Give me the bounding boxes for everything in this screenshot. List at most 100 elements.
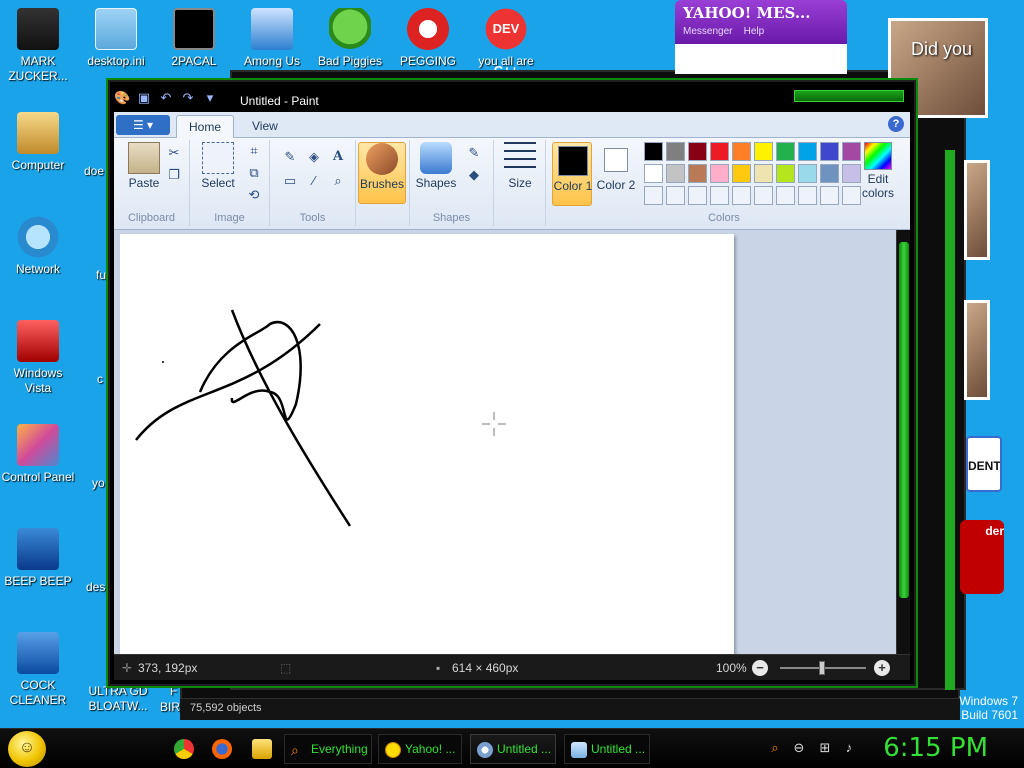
palette-swatch[interactable]: [710, 186, 729, 205]
resize-icon[interactable]: ⧉: [244, 164, 264, 182]
desktop-icon-mark[interactable]: MARK ZUCKER...: [0, 8, 76, 84]
network-tray-icon[interactable]: ⊞: [816, 739, 834, 757]
palette-swatch[interactable]: [754, 142, 773, 161]
tray-search-icon[interactable]: ⌕: [766, 739, 784, 757]
folder-icon[interactable]: [252, 739, 272, 759]
palette-swatch[interactable]: [732, 186, 751, 205]
zoom-in-button[interactable]: +: [874, 660, 890, 676]
taskbar-item-yahoo[interactable]: Yahoo! ...: [378, 734, 462, 764]
taskbar-item-notepad[interactable]: Untitled ...: [564, 734, 650, 764]
shape-fill-icon[interactable]: ◆: [464, 166, 484, 184]
palette-swatch[interactable]: [644, 164, 663, 183]
palette-swatch[interactable]: [754, 186, 773, 205]
help-icon[interactable]: ?: [888, 116, 904, 132]
desktop-icon-ultra[interactable]: ULTRA GD BLOATW...: [80, 684, 156, 714]
desktop-icon-bad-piggies[interactable]: Bad Piggies: [312, 8, 388, 69]
shapes-label: Shapes: [432, 212, 471, 224]
copy-icon[interactable]: ❐: [164, 166, 184, 184]
clock[interactable]: 6:15 PM: [883, 733, 988, 763]
desktop-icon-computer[interactable]: Computer: [0, 112, 76, 173]
start-button[interactable]: ☺: [8, 731, 46, 767]
shapes-button[interactable]: Shapes: [412, 142, 460, 204]
yahoo-messenger-window[interactable]: YAHOO! MES... Messenger Help: [675, 0, 847, 44]
volume-icon[interactable]: ♪: [840, 739, 858, 757]
firefox-icon[interactable]: [212, 739, 232, 759]
color2-button[interactable]: Color 2: [596, 142, 636, 206]
outline-icon[interactable]: ✎: [464, 144, 484, 162]
palette-swatch[interactable]: [644, 142, 663, 161]
size-button[interactable]: Size: [496, 142, 544, 204]
palette-swatch[interactable]: [644, 186, 663, 205]
desktop-icon-cock-cleaner[interactable]: COCK CLEANER: [0, 632, 76, 708]
crop-icon[interactable]: ⌗: [244, 142, 264, 160]
windows-version-line: Windows 7: [959, 694, 1018, 708]
palette-swatch[interactable]: [688, 142, 707, 161]
palette-swatch[interactable]: [666, 142, 685, 161]
color-picker-icon[interactable]: ⁄: [304, 172, 324, 190]
palette-swatch[interactable]: [754, 164, 773, 183]
magnifier-icon[interactable]: ⌕: [328, 172, 348, 190]
eraser-icon[interactable]: ▭: [280, 172, 300, 190]
desktop-icon-desktop-ini[interactable]: desktop.ini: [78, 8, 154, 69]
palette-swatch[interactable]: [820, 142, 839, 161]
palette-swatch[interactable]: [710, 142, 729, 161]
vertical-scrollbar[interactable]: [896, 230, 910, 654]
palette-swatch[interactable]: [710, 164, 729, 183]
palette-swatch[interactable]: [776, 186, 795, 205]
paint-window[interactable]: 🎨 ▣ ↶ ↷ ▾ Untitled - Paint ☰ ▾ Home View…: [108, 80, 916, 686]
palette-swatch[interactable]: [820, 186, 839, 205]
tab-view[interactable]: View: [240, 115, 290, 138]
desktop-icon-beep[interactable]: BEEP BEEP: [0, 528, 76, 589]
desktop-icon-dev[interactable]: DEV C++ you all are: [468, 8, 544, 78]
scroll-thumb[interactable]: [899, 242, 909, 598]
paint-title-bar[interactable]: 🎨 ▣ ↶ ↷ ▾ Untitled - Paint: [110, 82, 914, 112]
brushes-button[interactable]: Brushes: [358, 142, 406, 204]
menu-help[interactable]: Help: [744, 26, 765, 37]
customize-qat-icon[interactable]: ▾: [202, 90, 218, 106]
undo-icon[interactable]: ↶: [158, 90, 174, 106]
desktop-icon-recycle-bin[interactable]: Windows Vista: [0, 320, 76, 396]
desktop-icon-2pacal[interactable]: 2PACAL: [156, 8, 232, 69]
palette-swatch[interactable]: [798, 142, 817, 161]
palette-swatch[interactable]: [776, 164, 795, 183]
desktop-icon-control-panel[interactable]: Control Panel: [0, 424, 76, 485]
palette-swatch[interactable]: [776, 142, 795, 161]
canvas-size: 614 × 460px: [452, 661, 519, 675]
palette-swatch[interactable]: [798, 186, 817, 205]
select-button[interactable]: Select: [194, 142, 242, 204]
text-icon[interactable]: A: [328, 148, 348, 166]
tab-home[interactable]: Home: [176, 115, 235, 138]
desktop-icon-pegging[interactable]: PEGGING: [390, 8, 466, 69]
palette-swatch[interactable]: [732, 142, 751, 161]
palette-swatch[interactable]: [666, 186, 685, 205]
palette-swatch[interactable]: [688, 186, 707, 205]
taskbar-item-paint[interactable]: Untitled ...: [470, 734, 556, 764]
redo-icon[interactable]: ↷: [180, 90, 196, 106]
menu-messenger[interactable]: Messenger: [683, 26, 732, 37]
edit-colors-button[interactable]: Edit colors: [856, 142, 900, 204]
palette-swatch[interactable]: [688, 164, 707, 183]
palette-swatch[interactable]: [798, 164, 817, 183]
pencil-icon[interactable]: ✎: [280, 148, 300, 166]
palette-swatch[interactable]: [820, 164, 839, 183]
palette-swatch[interactable]: [732, 164, 751, 183]
desktop-icon-among-us[interactable]: Among Us: [234, 8, 310, 69]
paint-app-icon[interactable]: 🎨: [114, 90, 130, 106]
paste-button[interactable]: Paste: [120, 142, 168, 204]
tray-app-icon[interactable]: ⊖: [790, 739, 808, 757]
rotate-icon[interactable]: ⟲: [244, 186, 264, 204]
palette-swatch[interactable]: [666, 164, 685, 183]
fill-icon[interactable]: ◈: [304, 148, 324, 166]
zoom-slider-thumb[interactable]: [819, 661, 825, 675]
window-controls[interactable]: [794, 90, 904, 102]
cut-icon[interactable]: ✂: [164, 144, 184, 162]
drawing-canvas[interactable]: [120, 234, 734, 654]
paint-menu-button[interactable]: ☰ ▾: [116, 115, 170, 135]
save-icon[interactable]: ▣: [136, 90, 152, 106]
zoom-out-button[interactable]: −: [752, 660, 768, 676]
chrome-icon[interactable]: [174, 739, 194, 759]
desktop-icon-network[interactable]: Network: [0, 216, 76, 277]
window-border-accent: [945, 150, 955, 690]
color1-button[interactable]: Color 1: [552, 142, 592, 206]
taskbar-item-everything[interactable]: ⌕ Everything: [284, 734, 372, 764]
